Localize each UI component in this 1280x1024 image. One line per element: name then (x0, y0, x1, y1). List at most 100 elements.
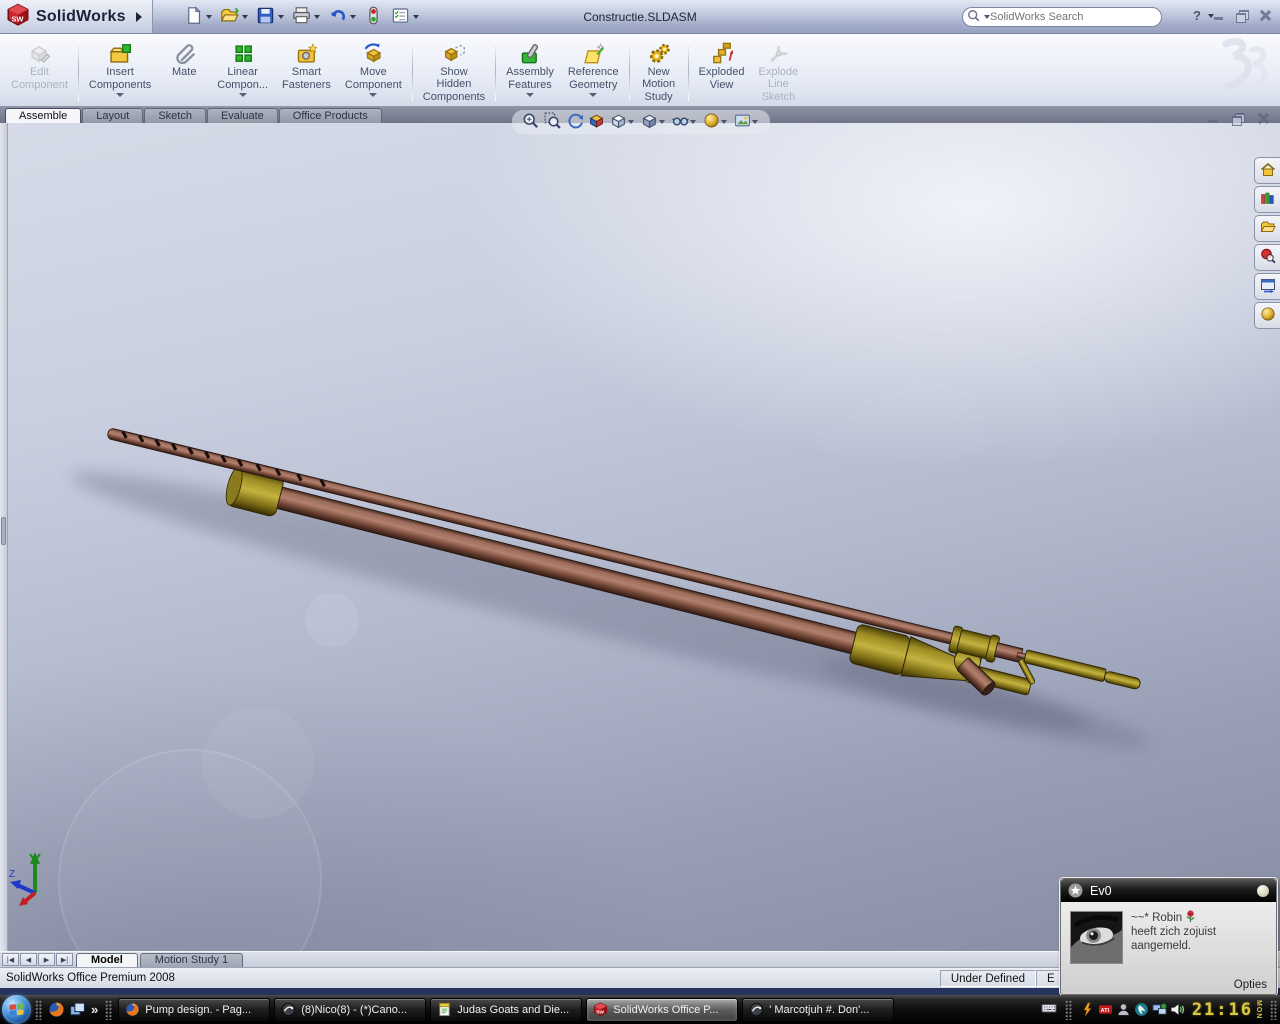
dropdown-caret-icon[interactable] (721, 120, 727, 124)
keyboard-icon[interactable] (1041, 1000, 1057, 1019)
tab-assemble[interactable]: Assemble (5, 108, 81, 123)
close-button[interactable] (1258, 9, 1272, 22)
hide-show-items-button[interactable] (670, 111, 700, 133)
popup-round-button[interactable] (1257, 885, 1269, 897)
undo-button[interactable] (325, 4, 359, 30)
display-style-button[interactable] (639, 111, 669, 133)
task-pane-tab-design-library[interactable] (1254, 186, 1280, 213)
restore-button[interactable] (1235, 9, 1249, 22)
dropdown-caret-icon[interactable] (239, 93, 247, 97)
taskbar-button[interactable]: Judas Goats and Die... (430, 998, 582, 1022)
save-document-button[interactable] (253, 4, 287, 30)
user-status-tray-icon[interactable] (1116, 1002, 1131, 1017)
tab-evaluate[interactable]: Evaluate (207, 108, 278, 123)
ati-tray-icon[interactable]: ATI (1098, 1002, 1113, 1017)
tab-sketch[interactable]: Sketch (144, 108, 206, 123)
move-component-button[interactable]: MoveComponent (338, 37, 409, 104)
splitter-grip[interactable] (1, 517, 6, 545)
reference-geometry-button[interactable]: ReferenceGeometry (561, 37, 626, 104)
previous-view-button[interactable] (564, 111, 585, 133)
tab-motion-study-1[interactable]: Motion Study 1 (140, 953, 243, 967)
last-frame-button[interactable]: ▶| (56, 953, 73, 966)
task-pane-tab-solidworks-resources[interactable] (1254, 157, 1280, 184)
open-document-button[interactable] (217, 4, 251, 30)
show-hidden-components-button[interactable]: ShowHiddenComponents (416, 37, 492, 104)
show-desktop-quicklaunch-button[interactable] (67, 1001, 88, 1018)
first-frame-button[interactable]: |◀ (2, 953, 19, 966)
search-input[interactable] (990, 11, 1153, 23)
taskbar-button[interactable]: Pump design. - Pag... (118, 998, 270, 1022)
dropdown-caret-icon[interactable] (206, 15, 212, 19)
dropdown-caret-icon[interactable] (369, 93, 377, 97)
new-document-button[interactable] (181, 4, 215, 30)
menu-flyout-arrow-icon[interactable] (136, 12, 142, 22)
help-button[interactable]: ? (1193, 8, 1201, 23)
dropdown-caret-icon[interactable] (659, 120, 665, 124)
tray-grip[interactable] (1065, 1000, 1072, 1020)
assembly-model[interactable] (0, 123, 1280, 951)
quick-launch-overflow-chevron[interactable]: » (88, 1002, 101, 1017)
mate-button[interactable]: Mate (158, 37, 210, 104)
dropdown-caret-icon[interactable] (116, 93, 124, 97)
dropdown-caret-icon[interactable] (350, 15, 356, 19)
taskbar-button[interactable]: (8)Nico(8) - (*)Cano... (274, 998, 426, 1022)
dropdown-caret-icon[interactable] (690, 120, 696, 124)
exploded-view-button[interactable]: ExplodedView (692, 37, 752, 104)
assembly-features-button[interactable]: AssemblyFeatures (499, 37, 561, 104)
pump-tube-part[interactable] (223, 465, 1035, 707)
tab-layout[interactable]: Layout (82, 108, 143, 123)
edit-appearance-button[interactable] (701, 111, 731, 133)
smart-fasteners-button[interactable]: SmartFasteners (275, 37, 338, 104)
next-frame-button[interactable]: ▶ (38, 953, 55, 966)
taskbar-button[interactable]: ' Marcotjuh #. Don'... (742, 998, 894, 1022)
child-close-button[interactable] (1256, 112, 1270, 125)
zoom-to-fit-button[interactable] (520, 111, 541, 133)
volume-tray-icon[interactable] (1170, 1002, 1185, 1017)
network-tray-icon[interactable] (1152, 1002, 1167, 1017)
feature-tree-splitter[interactable] (0, 123, 8, 951)
dropdown-caret-icon[interactable] (589, 93, 597, 97)
taskbar-grip[interactable] (105, 1000, 112, 1020)
section-view-button[interactable] (586, 111, 607, 133)
dropdown-caret-icon[interactable] (752, 120, 758, 124)
tab-office-products[interactable]: Office Products (279, 108, 382, 123)
child-restore-button[interactable] (1231, 112, 1245, 125)
new-motion-study-button[interactable]: NewMotionStudy (633, 37, 685, 104)
print-document-button[interactable] (289, 4, 323, 30)
task-pane-tab-solidworks-search[interactable] (1254, 244, 1280, 271)
rebuild-button[interactable] (361, 4, 386, 30)
linear-component-button[interactable]: LinearCompon... (210, 37, 275, 104)
taskbar-clock[interactable]: 21:16 MON (1192, 1000, 1262, 1020)
task-buttons: Pump design. - Pag...(8)Nico(8) - (*)Can… (116, 998, 896, 1022)
zoom-to-area-button[interactable] (542, 111, 563, 133)
minimize-button[interactable] (1212, 9, 1226, 22)
dropdown-caret-icon[interactable] (413, 15, 419, 19)
popup-options-link[interactable]: Opties (1234, 979, 1267, 991)
button-label: Compon... (217, 79, 268, 92)
popup-header[interactable]: Ev0 (1061, 879, 1276, 902)
task-pane-tab-appearances[interactable] (1254, 302, 1280, 329)
taskbar-button[interactable]: SWSolidWorks Office P... (586, 998, 738, 1022)
tray-grip[interactable] (1270, 1000, 1277, 1020)
dropdown-caret-icon[interactable] (628, 120, 634, 124)
apply-scene-button[interactable] (732, 111, 762, 133)
child-minimize-button[interactable] (1206, 112, 1220, 125)
task-pane-tab-file-explorer[interactable] (1254, 215, 1280, 242)
dropdown-caret-icon[interactable] (278, 15, 284, 19)
dropdown-caret-icon[interactable] (526, 93, 534, 97)
voice-tray-icon[interactable] (1134, 1002, 1149, 1017)
view-orientation-button[interactable] (608, 111, 638, 133)
viewport-canvas[interactable]: Z (0, 123, 1280, 951)
dropdown-caret-icon[interactable] (314, 15, 320, 19)
firefox-quicklaunch-button[interactable] (46, 1001, 67, 1018)
search-box[interactable] (962, 7, 1162, 27)
task-pane-tab-view-palette[interactable] (1254, 273, 1280, 300)
dropdown-caret-icon[interactable] (242, 15, 248, 19)
taskbar-grip[interactable] (35, 1000, 42, 1020)
previous-frame-button[interactable]: ◀ (20, 953, 37, 966)
insert-components-button[interactable]: InsertComponents (82, 37, 158, 104)
audio-manager-tray-icon[interactable] (1080, 1002, 1095, 1017)
options-button[interactable] (388, 4, 422, 30)
start-button[interactable] (2, 995, 31, 1024)
tab-model[interactable]: Model (76, 953, 138, 967)
